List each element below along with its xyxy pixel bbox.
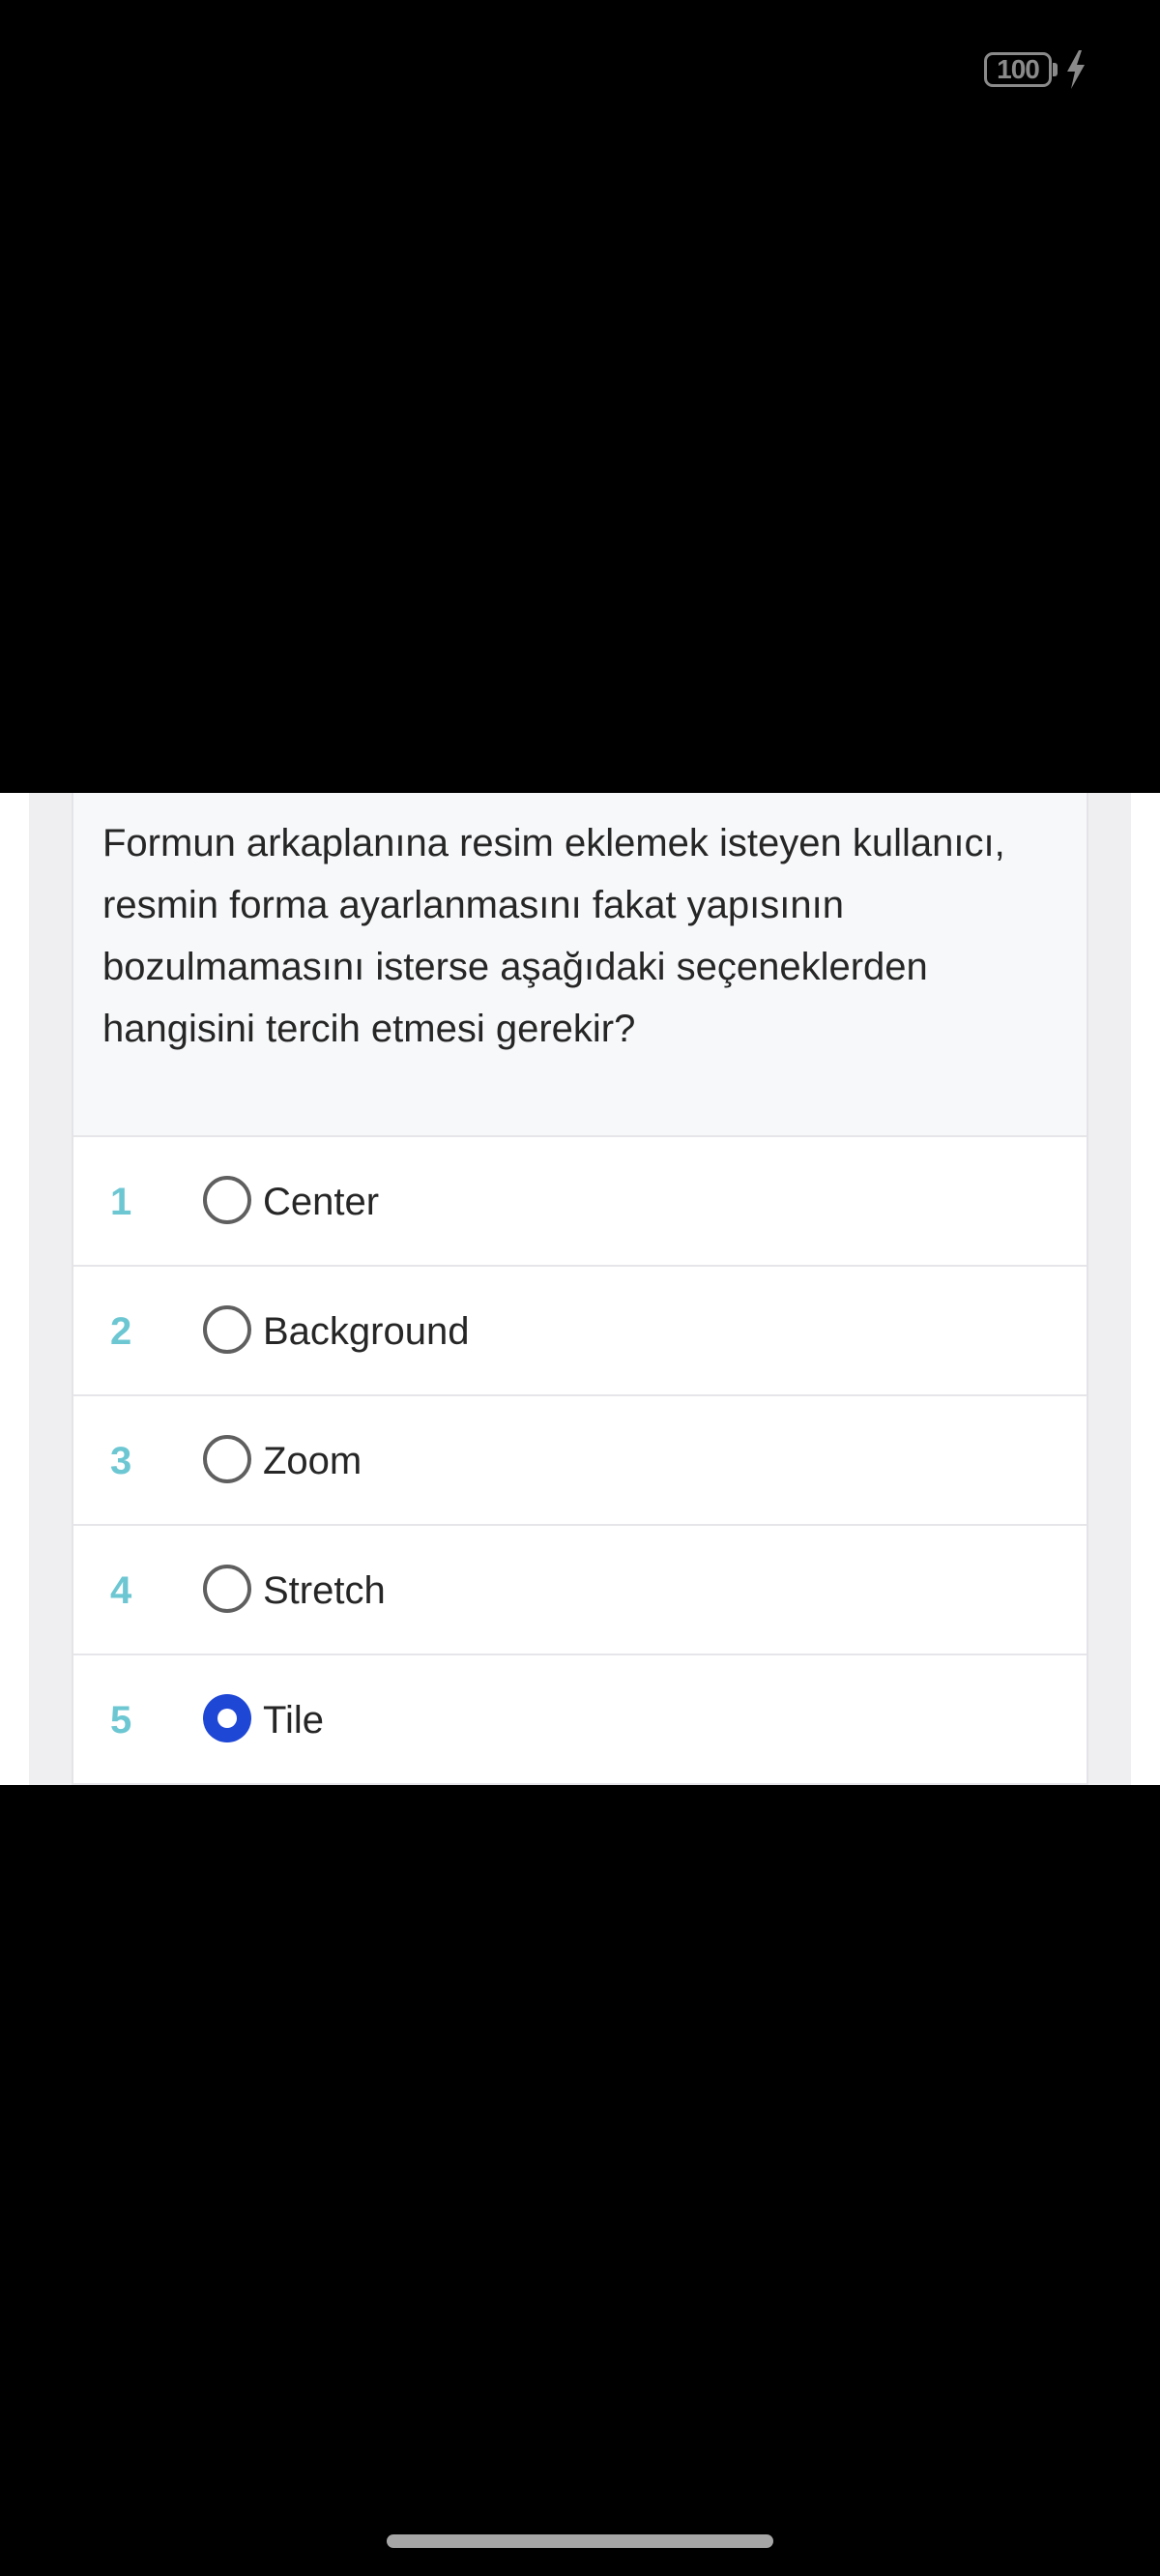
status-bar: 100 — [984, 50, 1087, 89]
radio-button-selected[interactable] — [203, 1694, 251, 1742]
lightning-bolt-icon — [1067, 50, 1085, 89]
quiz-panel: Formun arkaplanına resim eklemek isteyen… — [0, 793, 1160, 1785]
question-text: Formun arkaplanına resim eklemek isteyen… — [102, 822, 1005, 1050]
left-rail — [29, 793, 72, 1785]
option-number: 5 — [110, 1699, 132, 1742]
radio-button[interactable] — [203, 1176, 251, 1224]
option-number: 4 — [110, 1569, 132, 1612]
option-row-2[interactable]: 2 Background — [73, 1267, 1087, 1396]
option-number: 1 — [110, 1181, 132, 1223]
option-row-5[interactable]: 5 Tile — [73, 1655, 1087, 1785]
option-row-4[interactable]: 4 Stretch — [73, 1526, 1087, 1655]
option-row-1[interactable]: 1 Center — [73, 1137, 1087, 1267]
battery-cap — [1053, 63, 1058, 76]
home-indicator[interactable] — [387, 2534, 773, 2548]
right-rail — [1088, 793, 1131, 1785]
radio-button[interactable] — [203, 1305, 251, 1354]
question-card: Formun arkaplanına resim eklemek isteyen… — [72, 793, 1088, 1785]
option-label[interactable]: Background — [263, 1267, 469, 1396]
option-number: 2 — [110, 1310, 132, 1353]
battery-icon: 100 — [984, 52, 1052, 87]
radio-button[interactable] — [203, 1435, 251, 1483]
option-label[interactable]: Stretch — [263, 1526, 386, 1655]
option-label[interactable]: Zoom — [263, 1396, 362, 1526]
option-label[interactable]: Center — [263, 1137, 379, 1267]
battery-level: 100 — [997, 54, 1040, 84]
option-label[interactable]: Tile — [263, 1655, 324, 1785]
option-row-3[interactable]: 3 Zoom — [73, 1396, 1087, 1526]
option-number: 3 — [110, 1440, 132, 1482]
phone-screen: 100 Formun arkaplanına resim eklemek ist… — [0, 0, 1160, 2576]
question-box: Formun arkaplanına resim eklemek isteyen… — [73, 793, 1087, 1137]
radio-button[interactable] — [203, 1565, 251, 1613]
